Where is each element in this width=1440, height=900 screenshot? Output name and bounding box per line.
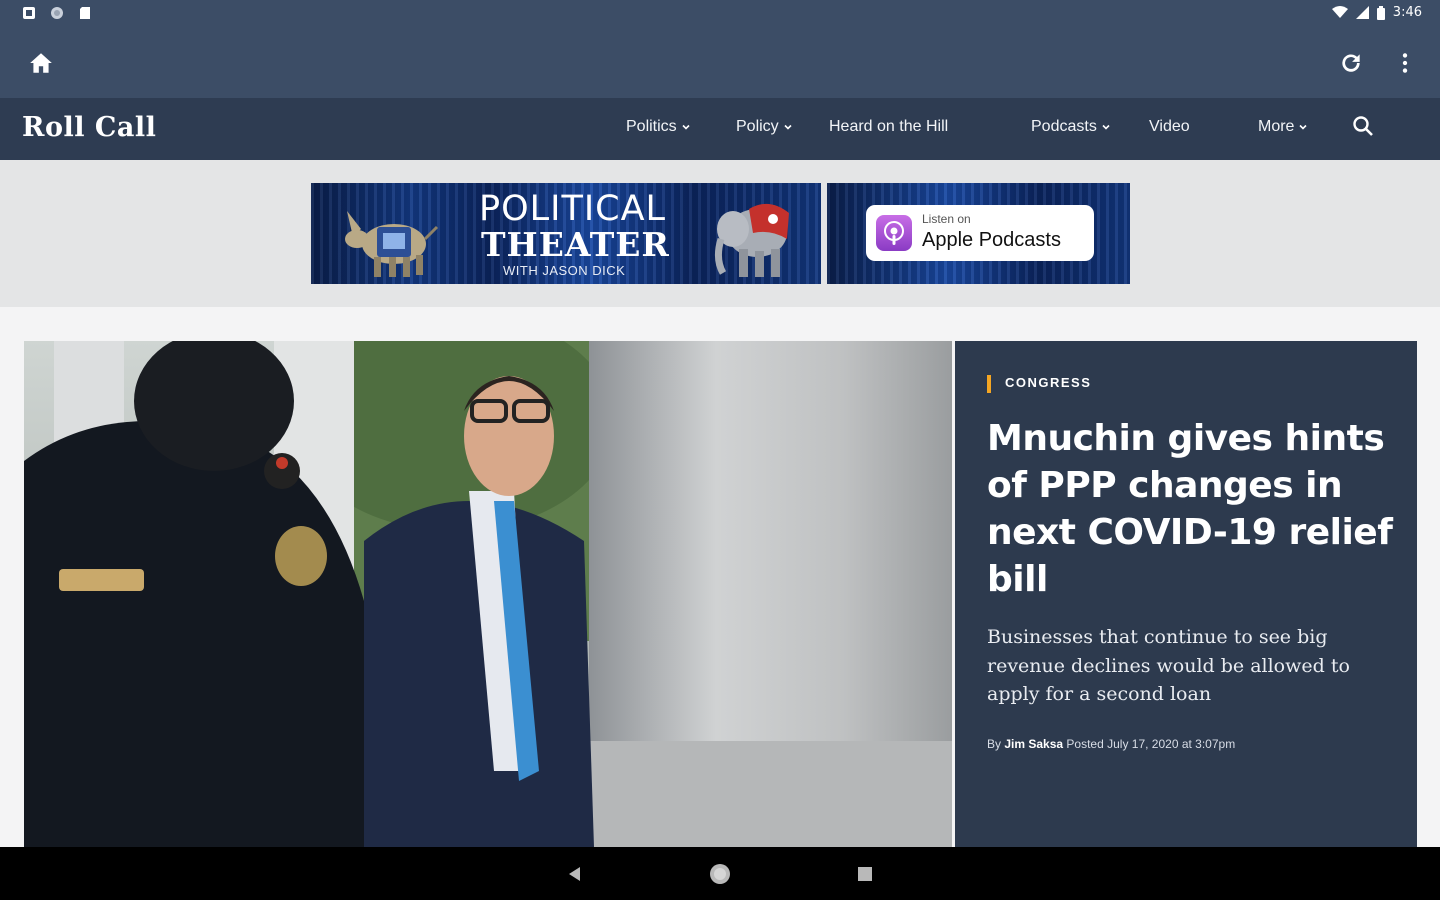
nav-video-label: Video bbox=[1149, 118, 1190, 135]
nav-podcasts[interactable]: Podcasts bbox=[1031, 118, 1111, 136]
chevron-down-icon bbox=[1299, 124, 1308, 130]
category-accent-bar bbox=[987, 375, 991, 393]
chevron-down-icon bbox=[682, 124, 690, 130]
political-theater-ad[interactable]: POLITICAL THEATER WITH JASON DICK bbox=[311, 183, 821, 284]
signal-icon bbox=[1355, 6, 1369, 19]
more-vert-icon[interactable] bbox=[1392, 50, 1418, 76]
article-byline: By Jim Saksa Posted July 17, 2020 at 3:0… bbox=[987, 737, 1235, 751]
system-nav-bar bbox=[0, 847, 1440, 900]
main-content: CONGRESS Mnuchin gives hints of PPP chan… bbox=[0, 307, 1440, 847]
nav-more-label: More bbox=[1258, 118, 1295, 135]
refresh-icon[interactable] bbox=[1338, 50, 1364, 76]
nav-heard-on-the-hill[interactable]: Heard on the Hill bbox=[829, 118, 948, 136]
podcasts-glyph-icon bbox=[884, 221, 904, 245]
search-icon[interactable] bbox=[1352, 115, 1374, 137]
ad-area: POLITICAL THEATER WITH JASON DICK Listen… bbox=[0, 160, 1440, 307]
back-icon[interactable] bbox=[566, 865, 584, 883]
nav-more[interactable]: More bbox=[1258, 118, 1308, 136]
sd-card-icon bbox=[80, 7, 90, 19]
elephant-illustration bbox=[714, 203, 789, 277]
hero-photo-illustration bbox=[24, 341, 952, 847]
wifi-icon bbox=[1331, 6, 1348, 18]
article-dek: Businesses that continue to see big reve… bbox=[987, 626, 1350, 705]
donkey-illustration bbox=[345, 211, 439, 277]
nav-policy-label: Policy bbox=[736, 118, 779, 135]
article-headline[interactable]: Mnuchin gives hints of PPP changes in ne… bbox=[987, 415, 1397, 603]
ad-title-theater: THEATER bbox=[481, 225, 670, 264]
site-logo[interactable]: Roll Call bbox=[22, 112, 156, 143]
podcasts-icon bbox=[876, 215, 912, 251]
nav-policy[interactable]: Policy bbox=[736, 118, 793, 136]
status-left-icons bbox=[22, 6, 92, 20]
recents-icon[interactable] bbox=[857, 866, 873, 882]
chevron-down-icon bbox=[1102, 124, 1110, 130]
circle-notification-icon bbox=[51, 7, 63, 19]
category-tag[interactable]: CONGRESS bbox=[1005, 375, 1091, 390]
app-toolbar bbox=[0, 28, 1440, 98]
nav-politics-label: Politics bbox=[626, 118, 677, 135]
ad-subtitle: WITH JASON DICK bbox=[503, 263, 626, 278]
apple-podcasts-ad[interactable]: Listen on Apple Podcasts bbox=[827, 183, 1130, 284]
chevron-down-icon bbox=[784, 124, 792, 130]
nav-video[interactable]: Video bbox=[1149, 118, 1190, 136]
battery-icon bbox=[1376, 5, 1385, 20]
hero-photo[interactable] bbox=[24, 341, 952, 847]
home-circle-icon[interactable] bbox=[709, 863, 731, 885]
byline-posted: Posted July 17, 2020 at 3:07pm bbox=[1066, 737, 1236, 751]
apple-podcasts-label: Apple Podcasts bbox=[922, 229, 1061, 251]
site-header: Roll Call Politics Policy Heard on the H… bbox=[0, 98, 1440, 160]
status-bar: 3:46 bbox=[0, 0, 1440, 28]
listen-on-label: Listen on bbox=[922, 212, 971, 226]
byline-prefix: By bbox=[987, 737, 1002, 751]
byline-author[interactable]: Jim Saksa bbox=[1004, 737, 1063, 751]
apple-podcasts-badge[interactable]: Listen on Apple Podcasts bbox=[866, 205, 1094, 261]
status-right: 3:46 bbox=[1331, 5, 1422, 20]
nav-heard-label: Heard on the Hill bbox=[829, 118, 949, 135]
nav-politics[interactable]: Politics bbox=[626, 118, 691, 136]
hero-article-card: CONGRESS Mnuchin gives hints of PPP chan… bbox=[955, 341, 1417, 847]
notification-icon bbox=[23, 7, 35, 19]
home-icon[interactable] bbox=[28, 50, 54, 76]
nav-podcasts-label: Podcasts bbox=[1031, 118, 1097, 135]
status-time: 3:46 bbox=[1392, 5, 1422, 20]
ad-title-political: POLITICAL bbox=[479, 189, 667, 229]
